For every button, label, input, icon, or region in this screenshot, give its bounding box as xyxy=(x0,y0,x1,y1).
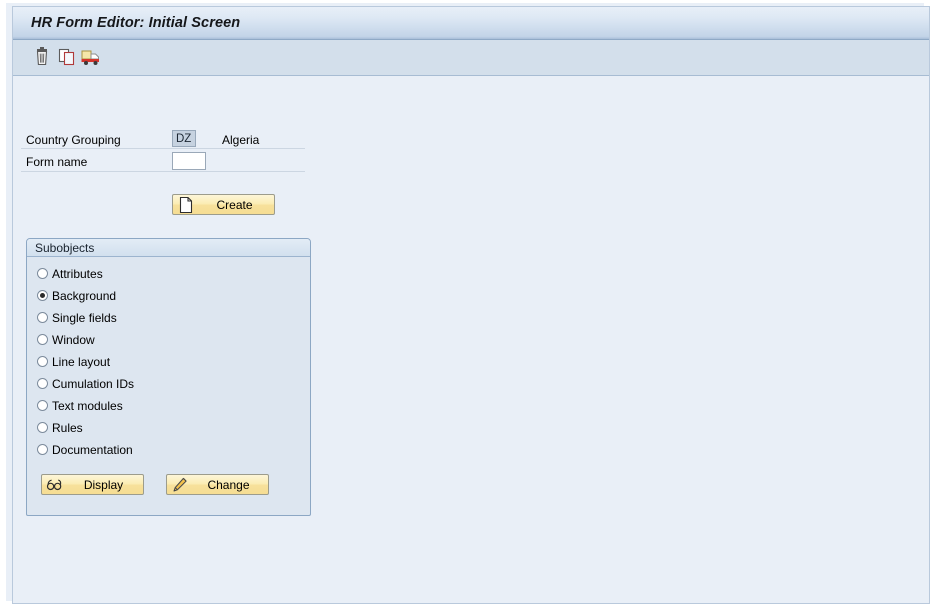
create-button[interactable]: Create xyxy=(172,194,275,215)
radio-mark-icon xyxy=(37,444,48,456)
form-name-input[interactable] xyxy=(172,152,206,170)
form-name-label: Form name xyxy=(26,155,88,169)
country-grouping-input[interactable] xyxy=(172,130,196,147)
radio-mark-icon xyxy=(37,334,48,346)
radio-mark-icon xyxy=(37,290,48,302)
row-separator xyxy=(21,148,305,149)
pencil-icon xyxy=(171,476,189,494)
radio-attributes[interactable]: Attributes xyxy=(37,266,103,284)
page-title: HR Form Editor: Initial Screen xyxy=(31,15,241,31)
subobjects-group-title: Subobjects xyxy=(35,241,95,255)
glasses-icon xyxy=(46,476,64,494)
radio-mark-icon xyxy=(37,378,48,390)
radio-label: Attributes xyxy=(52,266,103,281)
radio-label: Documentation xyxy=(52,442,133,457)
radio-label: Rules xyxy=(52,420,83,435)
radio-label: Text modules xyxy=(52,398,123,413)
screen-canvas: Country Grouping Algeria Form name C xyxy=(13,76,929,603)
radio-documentation[interactable]: Documentation xyxy=(37,442,133,460)
title-bar: HR Form Editor: Initial Screen xyxy=(13,7,929,40)
radio-line-layout[interactable]: Line layout xyxy=(37,354,110,372)
radio-mark-icon xyxy=(37,312,48,324)
display-button-label: Display xyxy=(83,477,124,492)
radio-label: Window xyxy=(52,332,95,347)
create-button-label: Create xyxy=(216,197,253,212)
country-grouping-description: Algeria xyxy=(222,133,260,147)
new-document-icon xyxy=(177,196,195,214)
application-toolbar: © www.tutorialkart.com xyxy=(13,40,929,102)
country-grouping-row: Country Grouping xyxy=(13,129,313,151)
radio-label: Background xyxy=(52,288,117,303)
radio-mark-icon xyxy=(37,400,48,412)
radio-background[interactable]: Background xyxy=(37,288,116,306)
subobjects-group-header: Subobjects xyxy=(27,239,310,257)
radio-cumulation-ids[interactable]: Cumulation IDs xyxy=(37,376,134,394)
country-grouping-label: Country Grouping xyxy=(26,133,121,147)
radio-label: Line layout xyxy=(52,354,111,369)
subobjects-group-box: Subobjects Attributes Background Single … xyxy=(26,238,311,516)
transport-icon[interactable] xyxy=(79,45,103,69)
radio-label: Cumulation IDs xyxy=(52,376,135,391)
radio-mark-icon xyxy=(37,356,48,368)
window-frame: HR Form Editor: Initial Screen Country G… xyxy=(12,6,930,604)
radio-single-fields[interactable]: Single fields xyxy=(37,310,117,328)
radio-window[interactable]: Window xyxy=(37,332,95,350)
radio-mark-icon xyxy=(37,422,48,434)
form-name-row: Form name xyxy=(13,151,313,173)
change-button[interactable]: Change xyxy=(166,474,269,495)
copy-icon[interactable] xyxy=(55,45,79,69)
radio-label: Single fields xyxy=(52,310,117,325)
row-separator xyxy=(21,171,305,172)
sap-application-window: HR Form Editor: Initial Screen Country G… xyxy=(0,0,930,605)
change-button-label: Change xyxy=(207,477,250,492)
radio-mark-icon xyxy=(37,268,48,280)
delete-icon[interactable] xyxy=(30,45,54,69)
radio-rules[interactable]: Rules xyxy=(37,420,83,438)
radio-text-modules[interactable]: Text modules xyxy=(37,398,123,416)
display-button[interactable]: Display xyxy=(41,474,144,495)
